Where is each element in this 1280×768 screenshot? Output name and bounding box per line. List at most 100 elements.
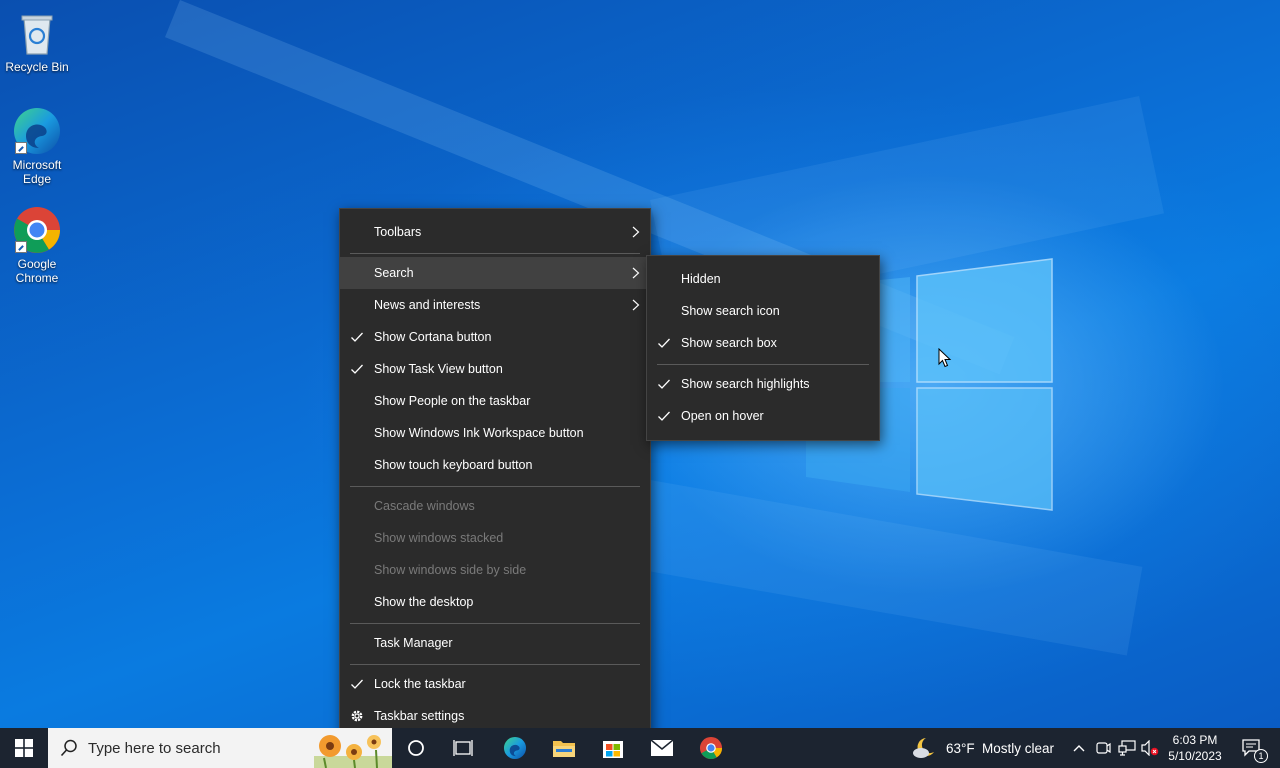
menu-item-show-task-view-button[interactable]: Show Task View button — [340, 353, 650, 385]
chevron-right-icon — [632, 299, 640, 311]
cortana-button[interactable] — [396, 728, 436, 768]
menu-item-label: Show Task View button — [374, 362, 503, 376]
menu-item-label: Toolbars — [374, 225, 422, 239]
taskbar-search-box[interactable]: Type here to search — [48, 728, 392, 768]
store-icon — [603, 741, 623, 758]
menu-item-label: Show windows stacked — [374, 531, 504, 545]
submenu-item-show-search-highlights[interactable]: Show search highlights — [647, 368, 879, 400]
menu-item-label: Show search icon — [681, 304, 780, 318]
desktop-icon-google-chrome[interactable]: Google Chrome — [0, 205, 74, 285]
chevron-right-icon — [632, 267, 640, 279]
show-hidden-icons-button[interactable] — [1068, 728, 1090, 768]
volume-muted-icon — [1141, 740, 1159, 756]
desktop-icon-microsoft-edge[interactable]: Microsoft Edge — [0, 106, 74, 186]
menu-item-label: Show touch keyboard button — [374, 458, 533, 472]
menu-item-news-and-interests[interactable]: News and interests — [340, 289, 650, 321]
chrome-icon — [12, 205, 62, 255]
cortana-icon — [408, 740, 424, 756]
taskbar-clock[interactable]: 6:03 PM 5/10/2023 — [1158, 732, 1232, 764]
taskbar-store-button[interactable] — [592, 728, 634, 768]
menu-item-show-windows-side-by-side: Show windows side by side — [340, 554, 650, 586]
submenu-item-hidden[interactable]: Hidden — [647, 263, 879, 295]
mouse-cursor-icon — [938, 348, 952, 368]
chrome-icon — [699, 736, 723, 760]
checkmark-icon — [658, 411, 670, 421]
meet-now-button[interactable] — [1092, 728, 1114, 768]
news-and-interests-widget[interactable]: 63°F Mostly clear — [910, 728, 1060, 768]
menu-item-label: Show Windows Ink Workspace button — [374, 426, 584, 440]
meet-now-icon — [1096, 742, 1111, 754]
menu-item-show-cortana-button[interactable]: Show Cortana button — [340, 321, 650, 353]
taskbar[interactable]: Type here to search 63°F Mostly clear 6:… — [0, 728, 1280, 768]
gear-icon — [351, 710, 363, 722]
menu-item-label: Cascade windows — [374, 499, 475, 513]
menu-item-label: Show the desktop — [374, 595, 474, 609]
submenu-item-open-on-hover[interactable]: Open on hover — [647, 400, 879, 432]
menu-item-label: Show search box — [681, 336, 777, 350]
menu-item-label: Lock the taskbar — [374, 677, 466, 691]
taskbar-context-menu: Toolbars Search News and interests Show … — [339, 208, 651, 740]
shortcut-arrow-icon — [15, 241, 27, 253]
clock-date: 5/10/2023 — [1168, 749, 1222, 763]
task-view-icon — [453, 740, 473, 756]
weather-moon-cloud-icon — [913, 738, 934, 758]
mail-icon — [650, 739, 674, 756]
menu-item-lock-the-taskbar[interactable]: Lock the taskbar — [340, 668, 650, 700]
menu-item-show-people[interactable]: Show People on the taskbar — [340, 385, 650, 417]
edge-icon — [503, 736, 527, 760]
taskbar-file-explorer-button[interactable] — [543, 728, 585, 768]
weather-temperature: 63°F — [946, 741, 975, 756]
weather-condition: Mostly clear — [982, 741, 1055, 756]
search-submenu: Hidden Show search icon Show search box … — [646, 255, 880, 441]
menu-item-toolbars[interactable]: Toolbars — [340, 216, 650, 248]
folder-icon — [553, 741, 575, 757]
menu-item-cascade-windows: Cascade windows — [340, 490, 650, 522]
menu-item-label: Search — [374, 266, 414, 280]
recycle-bin-icon — [12, 8, 62, 58]
desktop-icon-recycle-bin[interactable]: Recycle Bin — [0, 8, 74, 74]
menu-separator — [350, 623, 640, 624]
network-button[interactable] — [1115, 728, 1139, 768]
checkmark-icon — [658, 338, 670, 348]
menu-item-show-touch-keyboard[interactable]: Show touch keyboard button — [340, 449, 650, 481]
chevron-up-icon — [1073, 745, 1085, 752]
taskbar-mail-button[interactable] — [641, 728, 683, 768]
taskbar-chrome-button[interactable] — [690, 728, 732, 768]
search-icon — [60, 739, 77, 757]
task-view-button[interactable] — [443, 728, 483, 768]
checkmark-icon — [658, 379, 670, 389]
action-center-button[interactable]: 1 — [1232, 728, 1272, 768]
notification-count-badge: 1 — [1254, 749, 1268, 763]
menu-item-task-manager[interactable]: Task Manager — [340, 627, 650, 659]
edge-icon — [12, 106, 62, 156]
menu-item-label: Show Cortana button — [374, 330, 492, 344]
menu-item-label: Open on hover — [681, 409, 764, 423]
desktop-icon-label: Microsoft Edge — [12, 158, 62, 186]
network-icon — [1118, 740, 1136, 756]
menu-item-label: Taskbar settings — [374, 709, 465, 723]
menu-item-show-windows-stacked: Show windows stacked — [340, 522, 650, 554]
checkmark-icon — [351, 364, 363, 374]
menu-item-search[interactable]: Search — [340, 257, 650, 289]
menu-item-show-the-desktop[interactable]: Show the desktop — [340, 586, 650, 618]
clock-time: 6:03 PM — [1172, 733, 1218, 747]
menu-separator — [657, 364, 869, 365]
search-highlight-flowers-icon — [314, 735, 392, 768]
submenu-item-show-search-icon[interactable]: Show search icon — [647, 295, 879, 327]
menu-item-label: Hidden — [681, 272, 721, 286]
taskbar-edge-button[interactable] — [494, 728, 536, 768]
menu-item-label: Show People on the taskbar — [374, 394, 531, 408]
shortcut-arrow-icon — [15, 142, 27, 154]
windows-start-icon — [15, 739, 33, 757]
menu-item-label: News and interests — [374, 298, 481, 312]
desktop-icon-label: Google Chrome — [15, 257, 59, 285]
menu-item-show-windows-ink[interactable]: Show Windows Ink Workspace button — [340, 417, 650, 449]
menu-item-label: Show search highlights — [681, 377, 810, 391]
desktop-icon-label: Recycle Bin — [5, 60, 69, 74]
start-button[interactable] — [0, 728, 48, 768]
submenu-item-show-search-box[interactable]: Show search box — [647, 327, 879, 359]
checkmark-icon — [351, 679, 363, 689]
menu-item-label: Task Manager — [374, 636, 453, 650]
menu-item-label: Show windows side by side — [374, 563, 527, 577]
menu-separator — [350, 253, 640, 254]
